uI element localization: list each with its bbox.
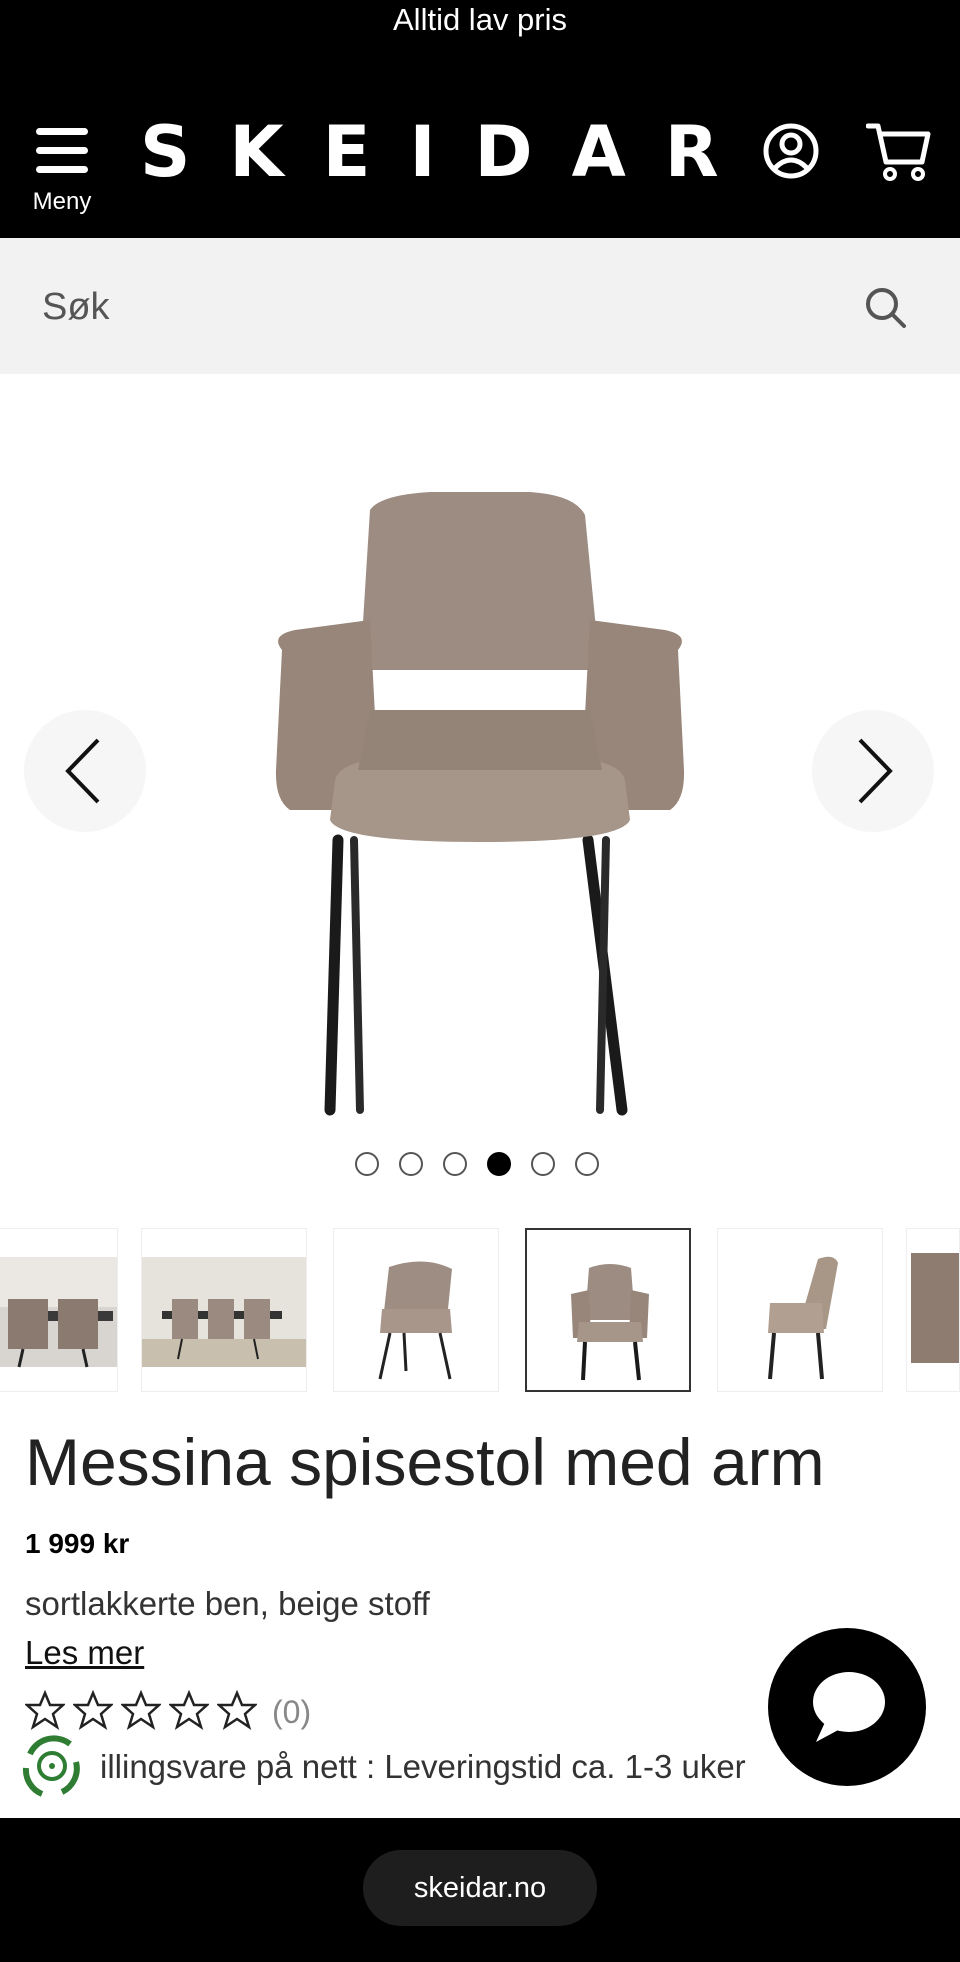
hamburger-icon bbox=[36, 128, 88, 135]
product-title: Messina spisestol med arm bbox=[25, 1425, 825, 1499]
thumbnail[interactable] bbox=[0, 1228, 118, 1392]
star-icon bbox=[121, 1690, 161, 1730]
thumbnail-selected[interactable] bbox=[525, 1228, 691, 1392]
product-price: 1 999 kr bbox=[25, 1528, 130, 1559]
thumbnail[interactable] bbox=[906, 1228, 960, 1392]
skeidar-logo[interactable]: SKEIDAR bbox=[140, 112, 758, 192]
review-count[interactable]: (0) bbox=[272, 1694, 311, 1731]
search-icon[interactable] bbox=[864, 286, 908, 330]
star-icon bbox=[217, 1690, 257, 1730]
product-subtitle: sortlakkerte ben, beige stoff bbox=[25, 1585, 430, 1622]
menu-button[interactable]: Meny bbox=[28, 120, 96, 220]
search-input[interactable] bbox=[40, 272, 824, 342]
delivery-info: illingsvare på nett : Leveringstid ca. 1… bbox=[100, 1748, 746, 1785]
menu-label: Meny bbox=[32, 188, 92, 215]
promo-banner: Alltid lav pris bbox=[393, 2, 567, 37]
carousel-prev-button[interactable] bbox=[24, 710, 146, 832]
product-image[interactable] bbox=[230, 470, 730, 1120]
chevron-right-icon bbox=[858, 738, 893, 804]
search-bar bbox=[0, 238, 960, 374]
carousel-dot-active[interactable] bbox=[487, 1152, 511, 1176]
thumbnail[interactable] bbox=[333, 1228, 499, 1392]
url-bar[interactable]: skeidar.no bbox=[363, 1850, 597, 1926]
read-more-link[interactable]: Les mer bbox=[25, 1634, 144, 1672]
carousel-next-button[interactable] bbox=[812, 710, 934, 832]
star-icon bbox=[25, 1690, 65, 1730]
carousel-dot[interactable] bbox=[443, 1152, 467, 1176]
carousel-dot[interactable] bbox=[399, 1152, 423, 1176]
delivery-icon bbox=[22, 1735, 80, 1797]
cart-icon[interactable] bbox=[866, 118, 932, 184]
carousel-dot[interactable] bbox=[355, 1152, 379, 1176]
account-icon[interactable] bbox=[762, 122, 820, 180]
star-icon bbox=[169, 1690, 209, 1730]
chevron-left-icon bbox=[65, 738, 100, 804]
carousel-dot[interactable] bbox=[575, 1152, 599, 1176]
thumbnail[interactable] bbox=[141, 1228, 307, 1392]
chat-bubble-icon bbox=[813, 1672, 885, 1742]
star-icon bbox=[73, 1690, 113, 1730]
thumbnail[interactable] bbox=[717, 1228, 883, 1392]
chat-button[interactable] bbox=[768, 1628, 926, 1786]
carousel-dot[interactable] bbox=[531, 1152, 555, 1176]
